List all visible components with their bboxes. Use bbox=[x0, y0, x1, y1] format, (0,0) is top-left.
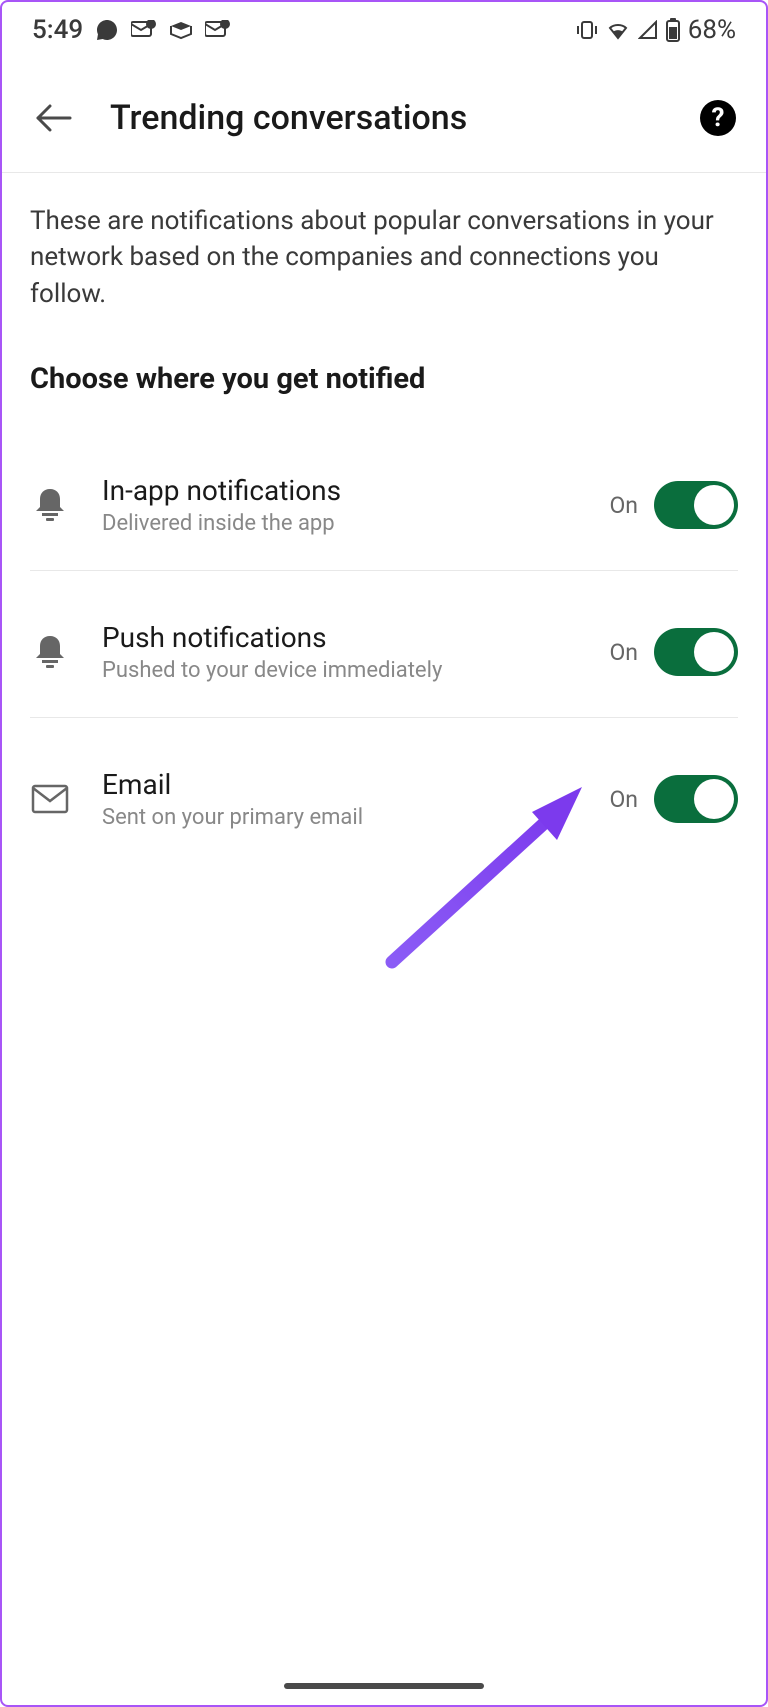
setting-subtitle: Delivered inside the app bbox=[102, 511, 609, 536]
page-header: Trending conversations ? bbox=[2, 58, 766, 173]
help-button[interactable]: ? bbox=[698, 98, 738, 138]
signal-icon bbox=[638, 20, 658, 40]
status-bar-right: 68% bbox=[576, 15, 736, 45]
page-description: These are notifications about popular co… bbox=[30, 203, 738, 312]
status-bar-left: 5:49 bbox=[32, 15, 231, 45]
toggle-knob bbox=[694, 485, 734, 525]
content: These are notifications about popular co… bbox=[2, 173, 766, 926]
setting-title: Push notifications bbox=[102, 621, 609, 654]
toggle-label: On bbox=[609, 639, 638, 666]
setting-control: On bbox=[609, 628, 738, 676]
bell-icon bbox=[30, 485, 70, 525]
setting-text: Push notifications Pushed to your device… bbox=[102, 621, 609, 683]
home-indicator[interactable] bbox=[284, 1683, 484, 1689]
setting-control: On bbox=[609, 775, 738, 823]
toggle-knob bbox=[694, 779, 734, 819]
setting-control: On bbox=[609, 481, 738, 529]
email-icon bbox=[30, 779, 70, 819]
mail-icon-1 bbox=[131, 20, 157, 40]
setting-text: Email Sent on your primary email bbox=[102, 768, 609, 830]
setting-title: In-app notifications bbox=[102, 474, 609, 507]
battery-percent: 68% bbox=[688, 15, 736, 45]
section-heading: Choose where you get notified bbox=[30, 362, 738, 396]
toggle-label: On bbox=[609, 786, 638, 813]
mail-icon-2 bbox=[205, 20, 231, 40]
chat-icon bbox=[95, 18, 119, 42]
toggle-label: On bbox=[609, 492, 638, 519]
status-time: 5:49 bbox=[32, 15, 83, 45]
setting-email: Email Sent on your primary email On bbox=[30, 750, 738, 864]
svg-text:?: ? bbox=[712, 103, 725, 133]
back-button[interactable] bbox=[30, 94, 78, 142]
setting-title: Email bbox=[102, 768, 609, 801]
box-icon bbox=[169, 20, 193, 40]
toggle-knob bbox=[694, 632, 734, 672]
wifi-icon bbox=[606, 20, 630, 40]
setting-inapp: In-app notifications Delivered inside th… bbox=[30, 456, 738, 571]
status-bar: 5:49 68% bbox=[2, 2, 766, 58]
toggle-email[interactable] bbox=[654, 775, 738, 823]
toggle-inapp[interactable] bbox=[654, 481, 738, 529]
toggle-push[interactable] bbox=[654, 628, 738, 676]
bell-icon bbox=[30, 632, 70, 672]
setting-text: In-app notifications Delivered inside th… bbox=[102, 474, 609, 536]
vibrate-icon bbox=[576, 20, 598, 40]
setting-push: Push notifications Pushed to your device… bbox=[30, 603, 738, 718]
page-title: Trending conversations bbox=[110, 98, 698, 138]
setting-subtitle: Pushed to your device immediately bbox=[102, 658, 609, 683]
battery-icon bbox=[666, 18, 680, 42]
setting-subtitle: Sent on your primary email bbox=[102, 805, 609, 830]
